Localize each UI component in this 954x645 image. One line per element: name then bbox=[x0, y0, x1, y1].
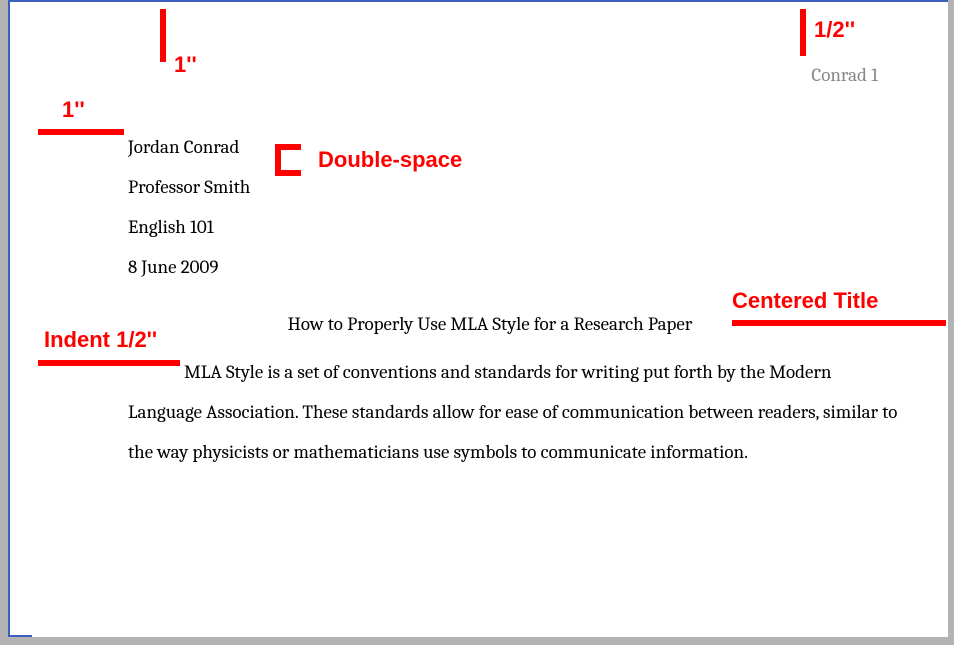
header-margin-label: 1/2'' bbox=[814, 17, 855, 43]
indent-label: Indent 1/2'' bbox=[44, 327, 157, 353]
indent-marker bbox=[38, 360, 180, 366]
instructor-name: Professor Smith bbox=[128, 167, 250, 207]
date: 8 June 2009 bbox=[128, 247, 250, 287]
double-space-label: Double-space bbox=[318, 147, 462, 173]
course-name: English 101 bbox=[128, 207, 250, 247]
double-space-bracket-bottom bbox=[275, 170, 301, 176]
double-space-bracket-top bbox=[275, 144, 301, 150]
author-name: Jordan Conrad bbox=[128, 127, 250, 167]
left-margin-label: 1'' bbox=[62, 97, 85, 123]
running-head: Conrad 1 bbox=[811, 64, 878, 86]
page-content: Conrad 1 Jordan Conrad Professor Smith E… bbox=[32, 2, 948, 637]
body-paragraph: MLA Style is a set of conventions and st… bbox=[128, 352, 898, 472]
left-margin-marker bbox=[38, 129, 124, 135]
document-frame: Conrad 1 Jordan Conrad Professor Smith E… bbox=[8, 0, 948, 637]
mla-heading-block: Jordan Conrad Professor Smith English 10… bbox=[128, 127, 250, 287]
header-margin-marker bbox=[800, 9, 806, 56]
centered-title-label: Centered Title bbox=[732, 288, 878, 314]
top-margin-marker bbox=[160, 9, 166, 62]
centered-title-marker bbox=[732, 320, 946, 326]
document-page: Conrad 1 Jordan Conrad Professor Smith E… bbox=[32, 2, 948, 637]
body-text: MLA Style is a set of conventions and st… bbox=[128, 361, 897, 463]
top-margin-label: 1'' bbox=[174, 52, 197, 78]
